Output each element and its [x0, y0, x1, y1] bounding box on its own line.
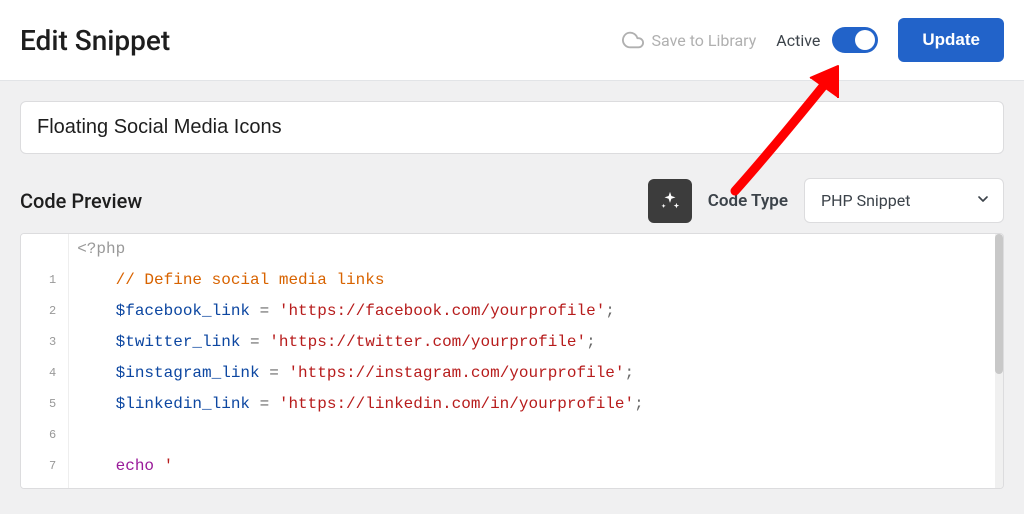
ai-sparkle-button[interactable]: [648, 179, 692, 223]
active-toggle[interactable]: [832, 27, 878, 53]
active-label: Active: [776, 31, 820, 50]
code-token: ': [154, 457, 173, 475]
code-token: ;: [586, 333, 596, 351]
cloud-icon: [622, 29, 644, 51]
code-token: =: [260, 364, 289, 382]
line-number: 5: [49, 389, 56, 420]
page-title: Edit Snippet: [20, 24, 170, 57]
code-token: =: [240, 333, 269, 351]
active-toggle-group: Active: [776, 27, 878, 53]
chevron-down-icon: [975, 191, 991, 211]
code-token: =: [250, 395, 279, 413]
code-token: $facebook_link: [116, 302, 250, 320]
line-number: 6: [49, 420, 56, 451]
header-bar: Edit Snippet Save to Library Active Upda…: [0, 0, 1024, 81]
codetype-select[interactable]: PHP Snippet: [804, 178, 1004, 223]
code-body[interactable]: <?php // Define social media links $face…: [69, 234, 995, 488]
code-token: ;: [625, 364, 635, 382]
line-number: 1: [49, 265, 56, 296]
toggle-knob: [855, 30, 875, 50]
line-number: 4: [49, 358, 56, 389]
code-token: 'https://linkedin.com/in/yourprofile': [279, 395, 634, 413]
code-token: 'https://facebook.com/yourprofile': [279, 302, 605, 320]
line-number: 3: [49, 327, 56, 358]
gutter: 1 2 3 4 5 6 7: [21, 234, 69, 488]
save-to-library-label: Save to Library: [652, 31, 757, 50]
code-token: 'https://twitter.com/yourprofile': [269, 333, 586, 351]
line-number: 2: [49, 296, 56, 327]
code-token: =: [250, 302, 279, 320]
preview-header: Code Preview Code Type PHP Snippet: [20, 178, 1004, 223]
code-token: ;: [634, 395, 644, 413]
code-token: // Define social media links: [116, 271, 385, 289]
scrollbar-thumb[interactable]: [995, 234, 1003, 374]
codetype-value: PHP Snippet: [821, 191, 910, 210]
code-token: $twitter_link: [116, 333, 241, 351]
code-token: ;: [605, 302, 615, 320]
codetype-label: Code Type: [708, 191, 788, 211]
preview-actions: Code Type PHP Snippet: [648, 178, 1004, 223]
code-token: $linkedin_link: [116, 395, 250, 413]
content-area: Code Preview Code Type PHP Snippet 1 2 3…: [0, 81, 1024, 509]
code-token: $instagram_link: [116, 364, 260, 382]
header-actions: Save to Library Active Update: [622, 18, 1005, 62]
save-to-library-button[interactable]: Save to Library: [622, 29, 757, 51]
line-number: 7: [49, 451, 56, 482]
scrollbar[interactable]: [995, 234, 1003, 488]
code-token: echo: [116, 457, 154, 475]
preview-title: Code Preview: [20, 189, 142, 213]
update-button[interactable]: Update: [898, 18, 1004, 62]
code-token: 'https://instagram.com/yourprofile': [288, 364, 624, 382]
sparkle-icon: [659, 190, 681, 212]
snippet-title-input[interactable]: [20, 101, 1004, 154]
code-token: <?php: [77, 240, 125, 258]
code-editor[interactable]: 1 2 3 4 5 6 7 <?php // Define social med…: [20, 233, 1004, 489]
